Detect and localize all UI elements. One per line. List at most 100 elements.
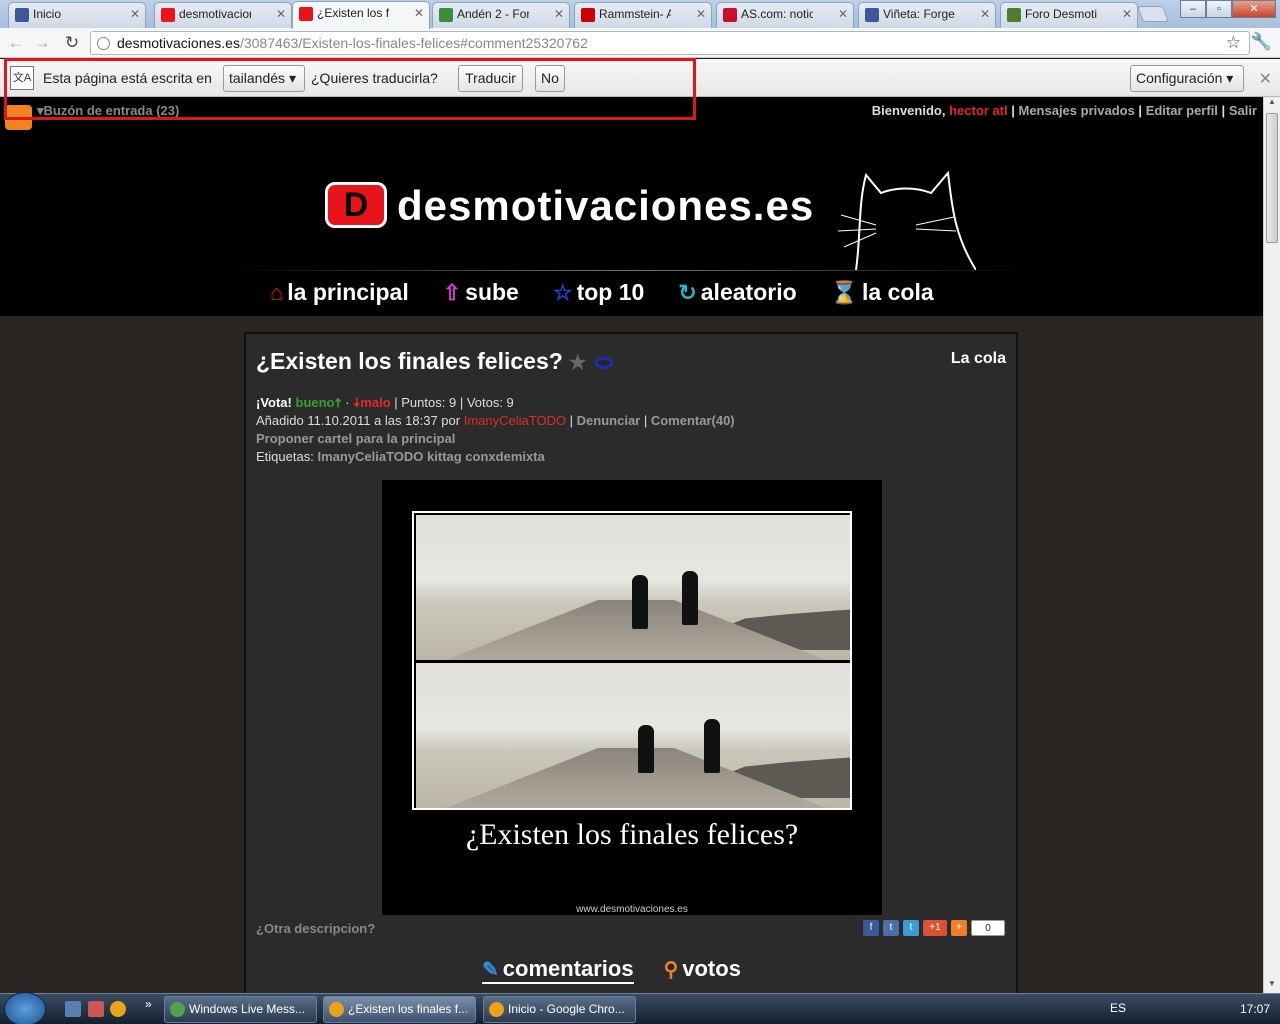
person-shape — [704, 719, 720, 773]
tab-close-icon[interactable]: ✕ — [838, 3, 848, 25]
report-link[interactable]: Denunciar — [577, 413, 641, 428]
nav-item[interactable]: ⇧ sube — [443, 279, 519, 306]
eye-icon[interactable] — [594, 356, 613, 369]
chrome-quicklaunch-icon[interactable] — [110, 1001, 126, 1017]
poster-image[interactable]: ¿Existen los finales felices? www.desmot… — [382, 480, 882, 915]
vote-good-button[interactable]: bueno🠅 — [296, 395, 342, 410]
wrench-icon[interactable]: 🔧 — [1251, 32, 1272, 52]
tab-label: Rammstein- Amo — [599, 7, 671, 21]
facebook-icon[interactable]: f — [863, 920, 879, 936]
quicklaunch-icon[interactable] — [88, 1001, 104, 1017]
tab-favicon-icon — [1007, 8, 1021, 22]
tab-close-icon[interactable]: ✕ — [554, 3, 564, 25]
other-description-link[interactable]: ¿Otra descripcion? — [256, 921, 375, 936]
nav-item[interactable]: ☆ top 10 — [553, 279, 644, 306]
no-translate-button[interactable]: No — [535, 65, 565, 92]
tab-label: Andén 2 - Foro • I — [457, 7, 529, 21]
close-icon[interactable]: ✕ — [1259, 69, 1272, 89]
nav-item[interactable]: ⌛ la cola — [831, 279, 934, 306]
google-plus-icon[interactable]: +1 — [923, 920, 947, 936]
tab-favicon-icon — [723, 8, 737, 22]
tab-close-icon[interactable]: ✕ — [276, 3, 286, 25]
tab-close-icon[interactable]: ✕ — [1122, 3, 1132, 25]
private-messages-link[interactable]: Mensajes privados — [1018, 103, 1134, 118]
browser-tab[interactable]: AS.com: noticias ✕ — [716, 2, 854, 28]
translate-settings-button[interactable]: Configuración ▾ — [1130, 65, 1244, 92]
language-indicator[interactable]: ES — [1110, 1001, 1126, 1015]
photo-frame-bottom — [416, 663, 850, 808]
bookmark-star-icon[interactable]: ☆ — [1226, 33, 1241, 53]
taskbar-app-icon — [329, 1002, 344, 1017]
header-divider — [230, 270, 1030, 271]
logout-link[interactable]: Salir — [1229, 103, 1257, 118]
person-shape — [638, 725, 654, 773]
reload-icon[interactable]: ↻ — [62, 33, 82, 53]
tab-label: Foro Desmotivaci — [1025, 7, 1097, 21]
browser-tab[interactable]: Rammstein- Amo ✕ — [574, 2, 712, 28]
browser-tab[interactable]: desmotivaciones. ✕ — [154, 2, 292, 28]
taskbar-item[interactable]: Windows Live Mess... — [164, 996, 317, 1023]
maximize-button[interactable]: ▫ — [1206, 0, 1232, 18]
propose-link[interactable]: Proponer cartel para la principal — [256, 430, 735, 448]
twitter-icon[interactable]: t — [903, 920, 919, 936]
browser-tab-bar: Inicio✕desmotivaciones.✕¿Existen los fin… — [0, 0, 1280, 29]
tags-links[interactable]: ImanyCeliaTODO kittag conxdemixta — [317, 449, 544, 464]
site-logo-text[interactable]: desmotivaciones.es — [397, 182, 814, 230]
browser-tab[interactable]: Foro Desmotivaci ✕ — [1000, 2, 1138, 28]
scroll-down-icon[interactable]: ▼ — [1264, 979, 1280, 993]
taskbar-item-label: ¿Existen los finales f... — [348, 1002, 469, 1016]
close-window-button[interactable]: ✕ — [1232, 0, 1276, 18]
start-button[interactable] — [4, 992, 46, 1024]
tuenti-icon[interactable]: t — [883, 920, 899, 936]
new-tab-button[interactable] — [1137, 6, 1169, 22]
scroll-thumb[interactable] — [1266, 113, 1278, 243]
forward-icon[interactable]: → — [32, 33, 52, 53]
inbox-link[interactable]: ▾Buzón de entrada (23) — [37, 103, 179, 119]
page-scrollbar[interactable]: ▲ ▼ — [1263, 97, 1280, 993]
show-desktop-icon[interactable] — [65, 1001, 81, 1017]
edit-profile-link[interactable]: Editar perfil — [1146, 103, 1218, 118]
tab-close-icon[interactable]: ✕ — [130, 3, 140, 25]
comments-tab[interactable]: ✎ comentarios — [482, 956, 634, 984]
rss-icon[interactable] — [5, 105, 32, 130]
post-bottom-nav: ✎ comentarios ⚲ votos — [482, 956, 741, 984]
site-logo-icon[interactable]: D — [325, 182, 387, 228]
chevron-right-icon[interactable]: » — [145, 997, 152, 1011]
inbox-label: Buzón de entrada (23) — [43, 103, 180, 118]
language-select[interactable]: tailandés ▾ — [223, 65, 305, 92]
post-title-text: ¿Existen los finales felices? — [256, 348, 563, 374]
votes-tab[interactable]: ⚲ votos — [664, 956, 741, 984]
vote-bad-button[interactable]: 🠇malo — [353, 395, 390, 410]
tab-close-icon[interactable]: ✕ — [414, 2, 424, 24]
translate-prompt: Esta página está escrita en — [43, 70, 212, 86]
browser-tab[interactable]: ¿Existen los finale ✕ — [292, 1, 430, 29]
taskbar-item[interactable]: Inicio - Google Chro... — [483, 996, 636, 1023]
nav-item[interactable]: ↻ aleatorio — [678, 279, 796, 306]
tab-label: desmotivaciones. — [179, 7, 251, 21]
photo-frame-top — [416, 515, 850, 660]
taskbar-app-icon — [170, 1002, 185, 1017]
url-text[interactable]: desmotivaciones.es/3087463/Existen-los-f… — [117, 35, 588, 51]
translate-button[interactable]: Traducir — [458, 65, 523, 92]
browser-tab[interactable]: Viñeta: Forges - 1 ✕ — [858, 2, 996, 28]
username-link[interactable]: hector atl — [949, 103, 1008, 118]
addthis-icon[interactable]: + — [951, 920, 967, 936]
post-container: ¿Existen los finales felices? ★ La cola ¡… — [244, 332, 1018, 993]
address-bar[interactable]: desmotivaciones.es/3087463/Existen-los-f… — [90, 31, 1250, 55]
author-link[interactable]: ImanyCeliaTODO — [464, 413, 566, 428]
clock[interactable]: 17:07 — [1240, 1002, 1270, 1016]
back-icon[interactable]: ← — [6, 33, 26, 53]
scroll-up-icon[interactable]: ▲ — [1264, 97, 1280, 111]
person-shape — [682, 571, 698, 625]
taskbar-item[interactable]: ¿Existen los finales f... — [323, 996, 476, 1023]
comments-tab-label: comentarios — [502, 956, 634, 981]
minimize-button[interactable]: – — [1180, 0, 1206, 18]
tab-close-icon[interactable]: ✕ — [696, 3, 706, 25]
tab-close-icon[interactable]: ✕ — [980, 3, 990, 25]
favorite-star-icon[interactable]: ★ — [569, 352, 587, 374]
tags-label: Etiquetas: — [256, 449, 314, 464]
browser-tab[interactable]: Inicio ✕ — [8, 2, 146, 28]
comment-link[interactable]: Comentar(40) — [651, 413, 735, 428]
nav-item[interactable]: ⌂ la principal — [270, 279, 409, 306]
browser-tab[interactable]: Andén 2 - Foro • I ✕ — [432, 2, 570, 28]
